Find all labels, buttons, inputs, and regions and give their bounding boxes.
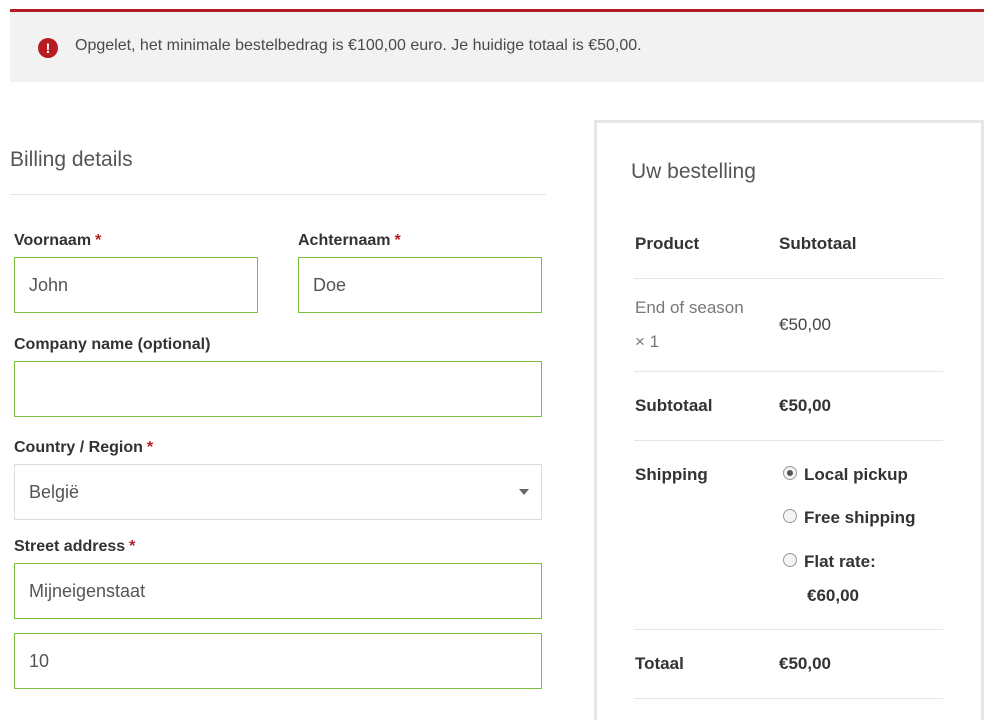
billing-title: Billing details (10, 148, 133, 171)
chevron-down-icon (519, 489, 529, 495)
first-name-label: Voornaam * (14, 232, 102, 249)
shipping-option-free-shipping-radio[interactable] (783, 509, 797, 523)
shipping-option-local-pickup-radio[interactable] (783, 466, 797, 480)
company-label: Company name (optional) (14, 336, 211, 353)
shipping-option-flat-rate-label[interactable]: Flat rate: (804, 552, 876, 572)
street-address-line1-field[interactable]: Mijneigenstaat (14, 563, 542, 619)
product-column-header: Product (635, 234, 700, 253)
order-divider (634, 371, 943, 372)
minimum-order-notice: ! Opgelet, het minimale bestelbedrag is … (10, 9, 984, 82)
shipping-option-flat-rate-radio[interactable] (783, 553, 797, 567)
order-divider (634, 278, 943, 279)
shipping-option-free-shipping-label[interactable]: Free shipping (804, 508, 915, 528)
item-quantity: × 1 (635, 332, 660, 351)
total-value: €50,00 (779, 654, 831, 673)
order-divider (634, 698, 943, 699)
last-name-field[interactable]: Doe (298, 257, 542, 313)
first-name-field[interactable]: John (14, 257, 258, 313)
order-title: Uw bestelling (631, 160, 756, 183)
item-price: €50,00 (779, 315, 831, 334)
order-divider (634, 440, 943, 441)
street-address-label: Street address * (14, 538, 136, 555)
exclamation-icon: ! (38, 38, 58, 58)
item-name: End of season (635, 298, 744, 317)
country-select[interactable]: België (14, 464, 542, 520)
flat-rate-price: €60,00 (807, 586, 859, 605)
shipping-option-local-pickup-label[interactable]: Local pickup (804, 465, 908, 485)
company-field[interactable] (14, 361, 542, 417)
billing-divider (10, 194, 546, 195)
subtotal-label: Subtotaal (635, 396, 713, 415)
last-name-label: Achternaam * (298, 232, 401, 249)
subtotal-column-header: Subtotaal (779, 234, 857, 253)
subtotal-value: €50,00 (779, 396, 831, 415)
order-summary-panel (594, 120, 984, 720)
street-address-line2-field[interactable]: 10 (14, 633, 542, 689)
country-label: Country / Region * (14, 439, 154, 456)
total-label: Totaal (635, 654, 684, 673)
shipping-label: Shipping (635, 465, 708, 484)
notice-text: Opgelet, het minimale bestelbedrag is €1… (75, 37, 642, 54)
order-divider (634, 629, 943, 630)
